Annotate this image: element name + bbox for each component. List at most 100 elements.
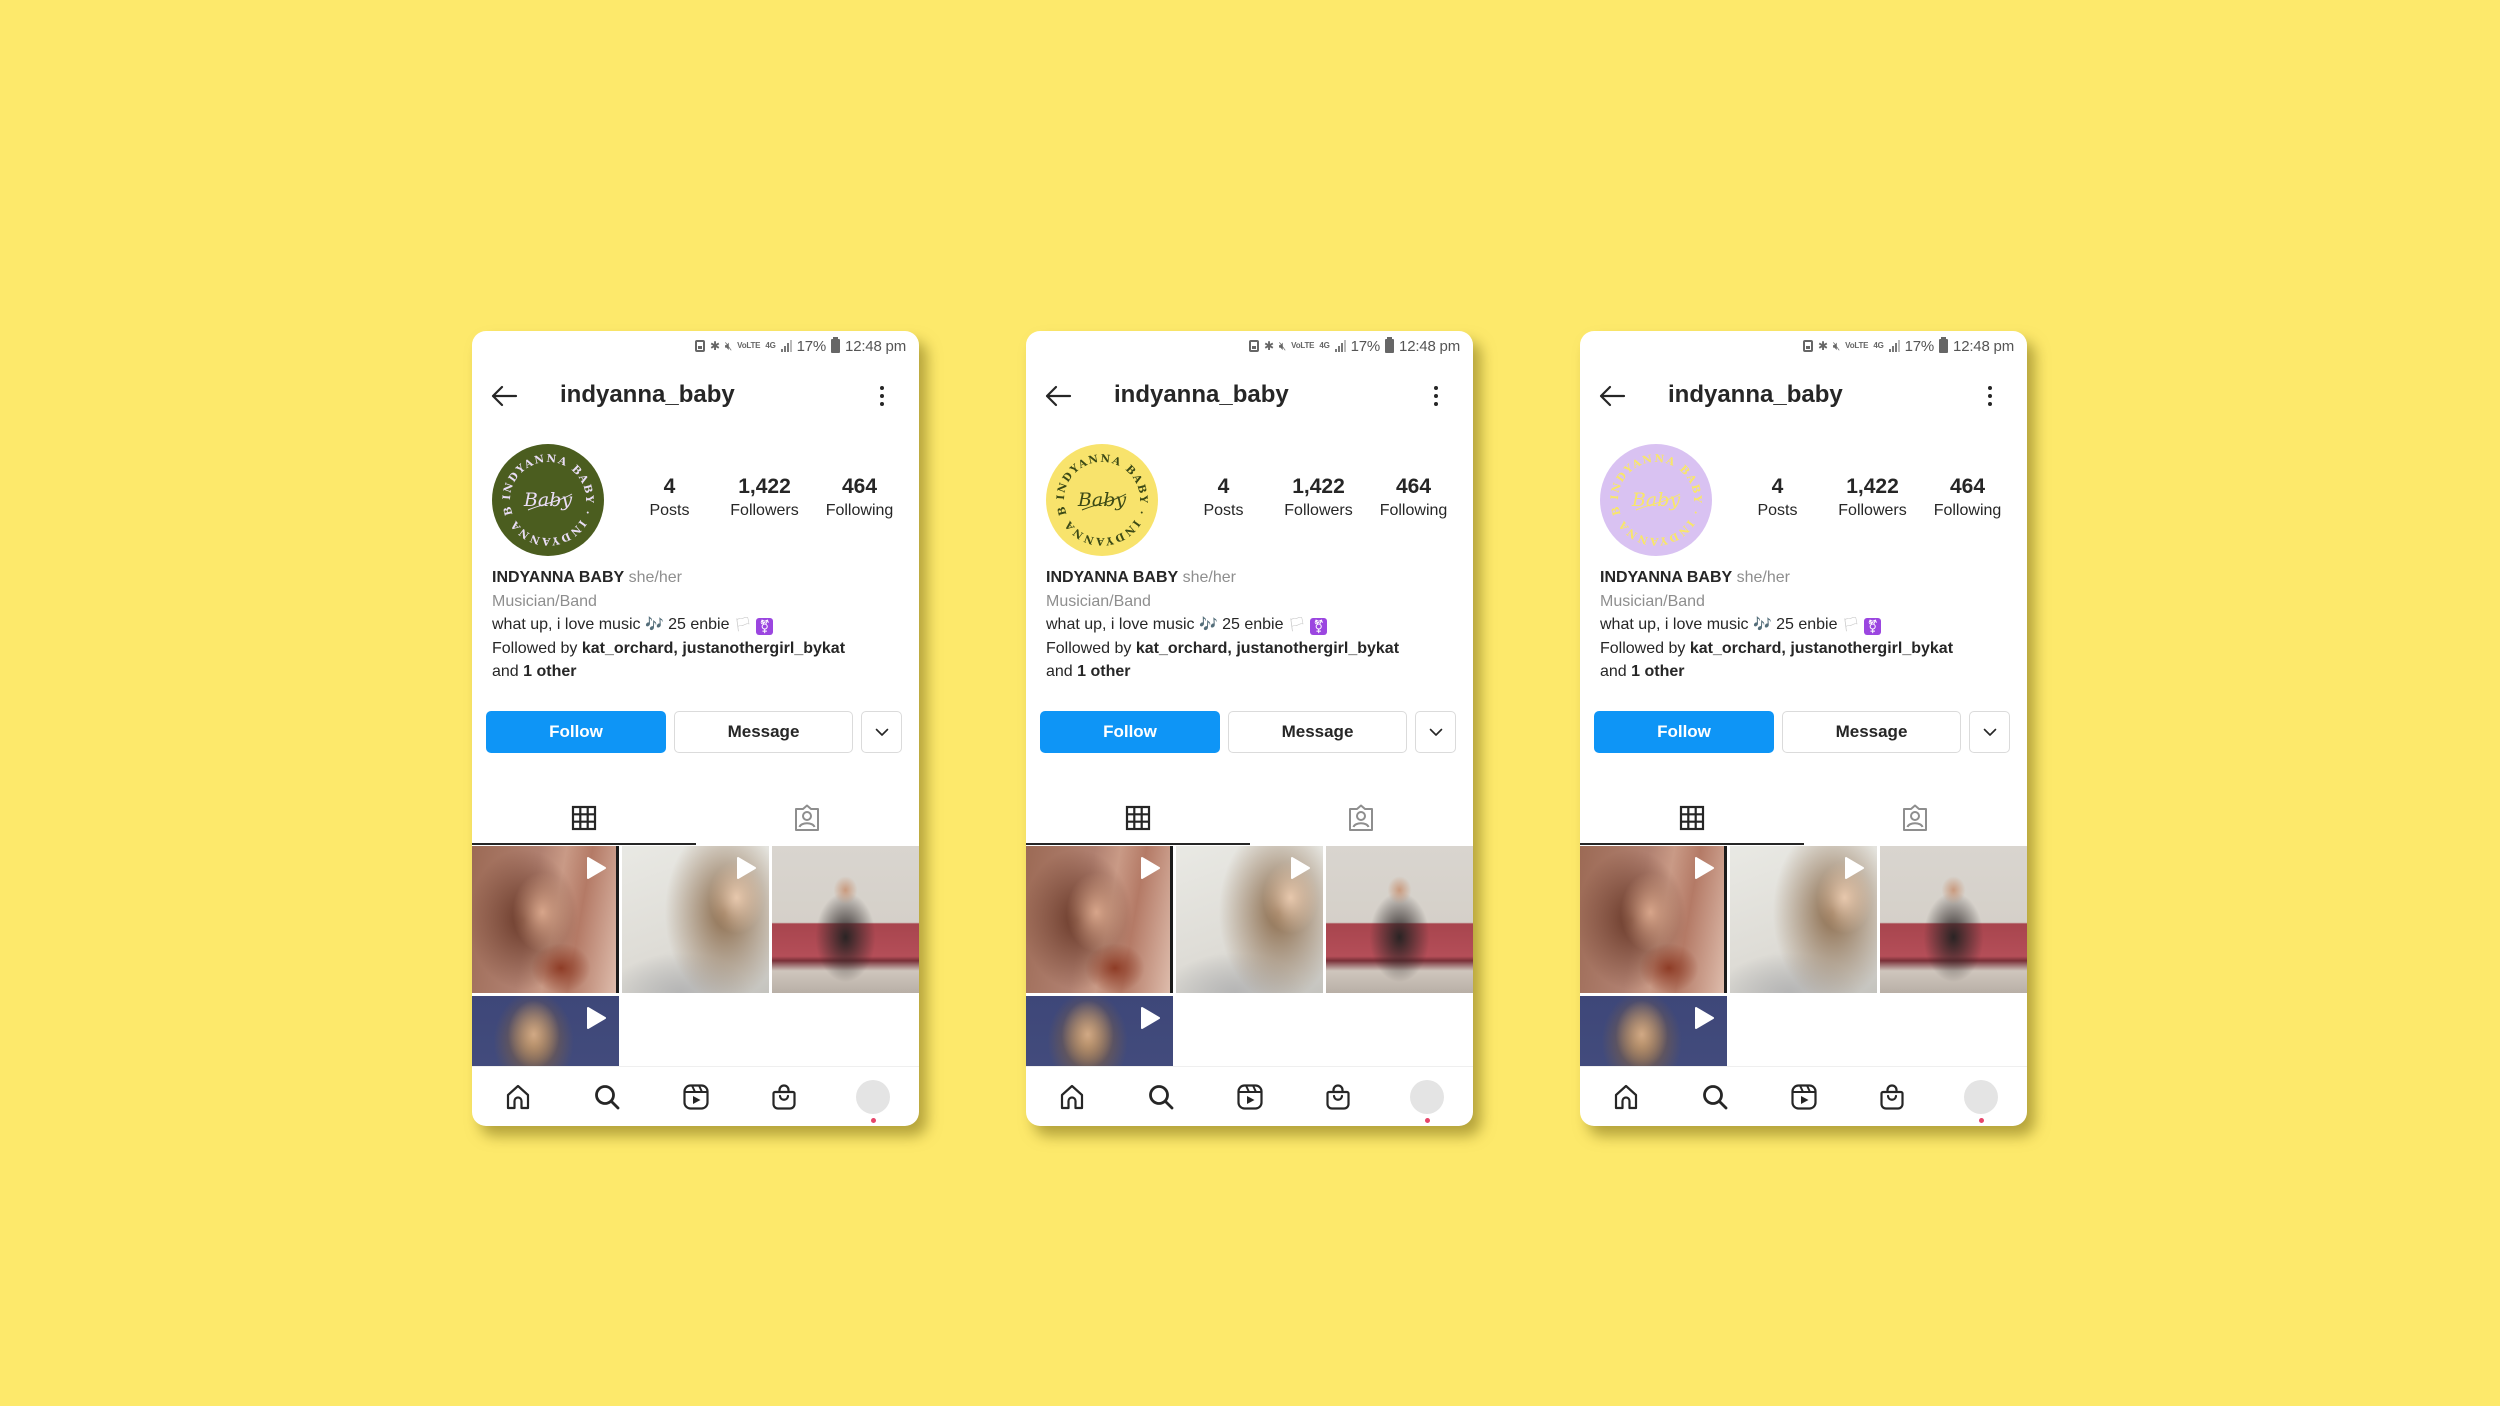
stat-posts[interactable]: 4 Posts [624, 474, 716, 522]
notification-dot [1424, 1117, 1430, 1123]
back-button[interactable] [490, 383, 518, 409]
nav-home[interactable] [490, 1077, 546, 1117]
profile-tabs [472, 791, 919, 845]
post-thumbnail[interactable] [472, 996, 619, 1066]
back-button[interactable] [1044, 383, 1072, 409]
stat-following[interactable]: 464 Following [814, 474, 906, 522]
others-count[interactable]: 1 other [1631, 663, 1684, 680]
post-thumbnail[interactable] [1580, 996, 1727, 1066]
profile-bio: INDYANNA BABY she/her Musician/Band what… [1600, 566, 2011, 684]
nav-reels[interactable] [668, 1077, 724, 1117]
battery-percent: 17% [796, 337, 827, 355]
followed-by-users[interactable]: kat_orchard, justanothergirl_bykat [582, 640, 845, 657]
nav-reels[interactable] [1222, 1077, 1278, 1117]
profile-header: indyanna_baby [1026, 371, 1473, 421]
suggested-dropdown-button[interactable] [1969, 711, 2010, 753]
profile-avatar[interactable]: INDYANNA BABY · INDYANNA BABY · Baby [492, 444, 604, 556]
followed-by-more[interactable]: and 1 other [492, 660, 903, 684]
signal-icon [1888, 340, 1900, 352]
white-flag-icon: 🏳 [1287, 616, 1306, 632]
followed-by[interactable]: Followed by kat_orchard, justanothergirl… [492, 637, 903, 661]
nav-shop[interactable] [1310, 1077, 1366, 1117]
stat-posts[interactable]: 4 Posts [1178, 474, 1270, 522]
followed-by[interactable]: Followed by kat_orchard, justanothergirl… [1600, 637, 2011, 661]
posts-count: 4 [663, 475, 676, 498]
follow-button[interactable]: Follow [486, 711, 666, 753]
nav-home[interactable] [1044, 1077, 1100, 1117]
stat-following[interactable]: 464 Following [1922, 474, 2014, 522]
nav-profile[interactable] [1399, 1077, 1455, 1123]
more-options-button[interactable] [1985, 383, 1995, 409]
nav-home[interactable] [1598, 1077, 1654, 1117]
followers-count: 1,422 [1846, 475, 1899, 498]
message-button[interactable]: Message [1228, 711, 1407, 753]
suggested-dropdown-button[interactable] [1415, 711, 1456, 753]
followed-by-prefix: Followed by [1046, 639, 1132, 657]
nav-profile[interactable] [1953, 1077, 2009, 1123]
bottom-navigation [1026, 1071, 1473, 1126]
others-count[interactable]: 1 other [1077, 663, 1130, 680]
nav-search[interactable] [1133, 1077, 1189, 1117]
follow-button[interactable]: Follow [1040, 711, 1220, 753]
white-flag-icon: 🏳 [1841, 616, 1860, 632]
post-thumbnail[interactable] [1176, 846, 1323, 993]
nav-reels[interactable] [1776, 1077, 1832, 1117]
followed-by[interactable]: Followed by kat_orchard, justanothergirl… [1046, 637, 1457, 661]
chevron-down-icon [1429, 728, 1442, 736]
bottom-navigation [1580, 1071, 2027, 1126]
following-label: Following [825, 502, 894, 519]
nav-profile[interactable] [845, 1077, 901, 1123]
signal-icon [780, 340, 792, 352]
profile-avatar[interactable]: INDYANNA BABY · INDYANNA BABY · Baby [1600, 444, 1712, 556]
tab-tagged[interactable] [1804, 791, 2028, 845]
stat-followers[interactable]: 1,422 Followers [719, 474, 811, 522]
suggested-dropdown-button[interactable] [861, 711, 902, 753]
more-options-button[interactable] [877, 383, 887, 409]
post-thumbnail[interactable] [1026, 996, 1173, 1066]
post-thumbnail[interactable] [772, 846, 919, 993]
followers-label: Followers [1838, 502, 1907, 519]
followed-by-more[interactable]: and 1 other [1046, 660, 1457, 684]
profile-avatar[interactable]: INDYANNA BABY · INDYANNA BABY · Baby [1046, 444, 1158, 556]
nav-search[interactable] [1687, 1077, 1743, 1117]
tab-posts-grid[interactable] [472, 791, 696, 845]
nav-shop[interactable] [756, 1077, 812, 1117]
profile-avatar-small [1964, 1079, 1998, 1114]
post-thumbnail[interactable] [1326, 846, 1473, 993]
bluetooth-icon: ✱ [709, 339, 720, 353]
follow-button[interactable]: Follow [1594, 711, 1774, 753]
stat-posts[interactable]: 4 Posts [1732, 474, 1824, 522]
post-thumbnail[interactable] [1026, 846, 1173, 993]
transgender-symbol-icon: ⚧ [1864, 618, 1882, 635]
bluetooth-icon: ✱ [1263, 339, 1274, 353]
nav-shop[interactable] [1864, 1077, 1920, 1117]
followed-by-users[interactable]: kat_orchard, justanothergirl_bykat [1136, 640, 1399, 657]
message-button[interactable]: Message [674, 711, 853, 753]
tab-posts-grid[interactable] [1026, 791, 1250, 845]
stat-followers[interactable]: 1,422 Followers [1273, 474, 1365, 522]
profile-stats: 4 Posts 1,422 Followers 464 Following [622, 474, 907, 522]
post-thumbnail[interactable] [622, 846, 769, 993]
nav-search[interactable] [579, 1077, 635, 1117]
stat-followers[interactable]: 1,422 Followers [1827, 474, 1919, 522]
tab-posts-grid[interactable] [1580, 791, 1804, 845]
more-options-button[interactable] [1431, 383, 1441, 409]
network-type-icon: 4G [765, 341, 776, 350]
back-button[interactable] [1598, 383, 1626, 409]
notification-icon [1248, 340, 1259, 352]
post-thumbnail[interactable] [472, 846, 619, 993]
notification-icon [694, 340, 705, 352]
post-thumbnail[interactable] [1580, 846, 1727, 993]
tab-tagged[interactable] [1250, 791, 1474, 845]
stat-following[interactable]: 464 Following [1368, 474, 1460, 522]
others-count[interactable]: 1 other [523, 663, 576, 680]
more-vertical-icon [1988, 386, 1992, 390]
post-thumbnail[interactable] [1880, 846, 2027, 993]
tab-tagged[interactable] [696, 791, 920, 845]
message-button[interactable]: Message [1782, 711, 1961, 753]
post-thumbnail[interactable] [1730, 846, 1877, 993]
followed-by-more[interactable]: and 1 other [1600, 660, 2011, 684]
followed-by-users[interactable]: kat_orchard, justanothergirl_bykat [1690, 640, 1953, 657]
transgender-symbol-icon: ⚧ [756, 618, 774, 635]
reel-play-icon [1141, 857, 1160, 879]
